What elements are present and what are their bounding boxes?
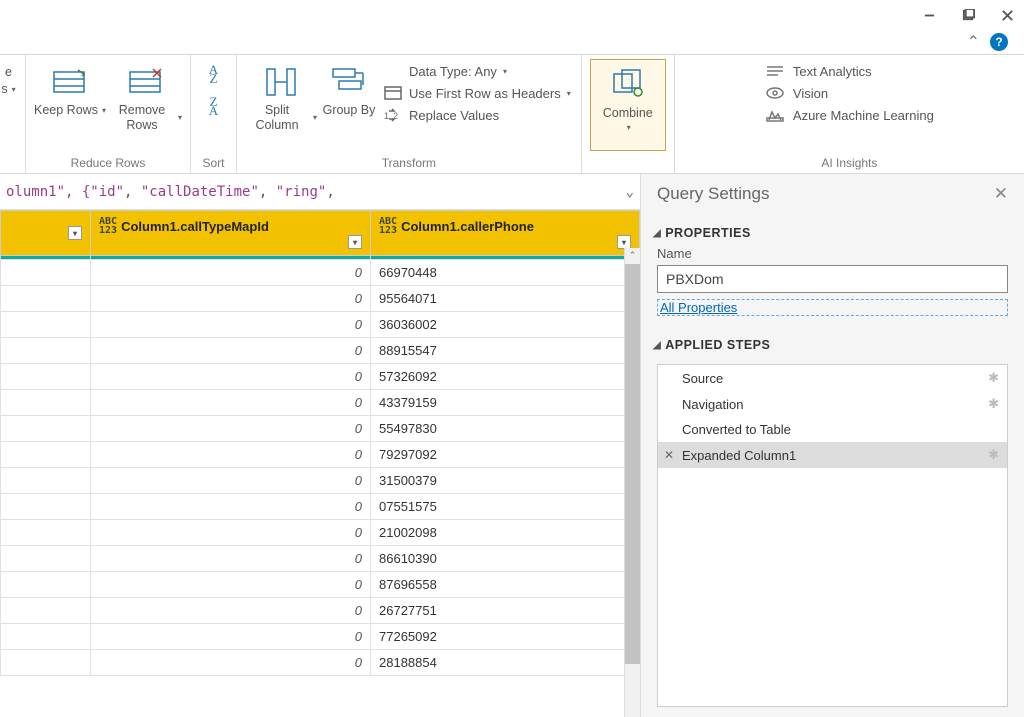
pane-title: Query Settings <box>657 184 769 204</box>
replace-icon: 12 <box>383 107 403 123</box>
remove-rows-icon <box>125 63 167 101</box>
step-gear-icon[interactable]: ✱ <box>988 370 999 386</box>
close-pane-button[interactable]: ✕ <box>994 184 1008 204</box>
maximize-button[interactable] <box>961 8 975 22</box>
collapse-ribbon-icon[interactable]: ⌃ <box>967 32 980 52</box>
vision-icon <box>765 85 785 101</box>
use-first-row-button[interactable]: Use First Row as Headers▾ <box>383 85 571 101</box>
minimize-button[interactable] <box>922 8 936 22</box>
table-row[interactable]: 031500379 <box>1 468 640 494</box>
table-row[interactable]: 055497830 <box>1 416 640 442</box>
all-properties-link[interactable]: All Properties <box>657 299 1008 316</box>
properties-section-header[interactable]: ◢PROPERTIES <box>653 226 1008 240</box>
table-row[interactable]: 088915547 <box>1 338 640 364</box>
applied-step[interactable]: Converted to Table <box>658 417 1007 442</box>
table-row[interactable]: 026727751 <box>1 598 640 624</box>
scrollbar-thumb[interactable] <box>625 264 640 664</box>
formula-bar[interactable]: olumn1", {"id", "callDateTime", "ring", … <box>0 174 640 210</box>
data-grid[interactable]: ABC123Column1.callTypeMapId ABC123Column… <box>0 210 640 717</box>
table-row[interactable]: 066970448 <box>1 260 640 286</box>
sort-desc-button[interactable]: ZA <box>203 97 225 119</box>
group-label: Transform <box>382 156 436 173</box>
column-filter-button[interactable] <box>68 226 82 240</box>
replace-values-button[interactable]: 12Replace Values <box>383 107 571 123</box>
svg-text:1: 1 <box>384 111 389 121</box>
table-row[interactable]: 043379159 <box>1 390 640 416</box>
formula-expand-icon[interactable]: ⌄ <box>626 184 634 200</box>
help-row: ⌃ ? <box>0 30 1024 54</box>
table-row[interactable]: 057326092 <box>1 364 640 390</box>
group-label: Sort <box>202 156 224 173</box>
sort-asc-button[interactable]: AZ <box>203 65 225 87</box>
applied-step[interactable]: Source✱ <box>658 365 1007 391</box>
table-row[interactable]: 086610390 <box>1 546 640 572</box>
azure-ml-button[interactable]: Azure Machine Learning <box>765 107 934 123</box>
title-bar <box>0 0 1024 30</box>
close-button[interactable] <box>1000 8 1014 22</box>
table-row[interactable]: 036036002 <box>1 312 640 338</box>
applied-step[interactable]: Navigation✱ <box>658 391 1007 417</box>
column-header[interactable]: Column1.callerPhone <box>401 219 534 234</box>
group-by-icon <box>328 63 370 101</box>
table-row[interactable]: 021002098 <box>1 520 640 546</box>
applied-steps-list: Source✱Navigation✱Converted to Table✕Exp… <box>657 364 1008 707</box>
keep-rows-icon <box>49 63 91 101</box>
text-analytics-button[interactable]: Text Analytics <box>765 63 934 79</box>
partial-button-label[interactable]: e <box>5 65 12 80</box>
delete-step-icon[interactable]: ✕ <box>664 448 674 462</box>
table-row[interactable]: 077265092 <box>1 624 640 650</box>
column-filter-button[interactable] <box>617 235 631 249</box>
split-column-icon <box>260 63 302 101</box>
aml-icon <box>765 107 785 123</box>
remove-rows-button[interactable]: Remove Rows▾ <box>110 59 182 133</box>
data-type-button[interactable]: Data Type: Any▾ <box>383 63 571 79</box>
name-label: Name <box>657 246 1008 261</box>
group-label: AI Insights <box>821 156 877 173</box>
headers-icon <box>383 85 403 101</box>
table-row[interactable]: 028188854 <box>1 650 640 676</box>
vision-button[interactable]: Vision <box>765 85 934 101</box>
step-gear-icon[interactable]: ✱ <box>988 447 999 463</box>
split-column-button[interactable]: Split Column▾ <box>245 59 317 133</box>
vertical-scrollbar[interactable]: ⌃ <box>624 248 640 717</box>
combine-icon <box>607 66 649 104</box>
group-by-button[interactable]: Group By <box>321 59 377 118</box>
table-row[interactable]: 079297092 <box>1 442 640 468</box>
data-type-icon <box>383 63 403 79</box>
combine-button[interactable]: Combine▾ <box>590 59 666 151</box>
group-label: Reduce Rows <box>71 156 146 173</box>
keep-rows-button[interactable]: Keep Rows▾ <box>34 59 106 118</box>
text-analytics-icon <box>765 63 785 79</box>
column-header[interactable]: Column1.callTypeMapId <box>121 219 269 234</box>
ribbon: es▾ Keep Rows▾ Remove Rows▾ Reduce Rows … <box>0 54 1024 174</box>
applied-steps-section-header[interactable]: ◢APPLIED STEPS <box>653 338 1008 352</box>
column-filter-button[interactable] <box>348 235 362 249</box>
step-gear-icon[interactable]: ✱ <box>988 396 999 412</box>
help-icon[interactable]: ? <box>990 33 1008 51</box>
applied-step[interactable]: ✕Expanded Column1✱ <box>658 442 1007 468</box>
table-row[interactable]: 007551575 <box>1 494 640 520</box>
table-row[interactable]: 095564071 <box>1 286 640 312</box>
query-settings-pane: Query Settings ✕ ◢PROPERTIES Name All Pr… <box>640 174 1024 717</box>
table-row[interactable]: 087696558 <box>1 572 640 598</box>
query-name-input[interactable] <box>657 265 1008 293</box>
scroll-up-icon[interactable]: ⌃ <box>625 248 640 263</box>
